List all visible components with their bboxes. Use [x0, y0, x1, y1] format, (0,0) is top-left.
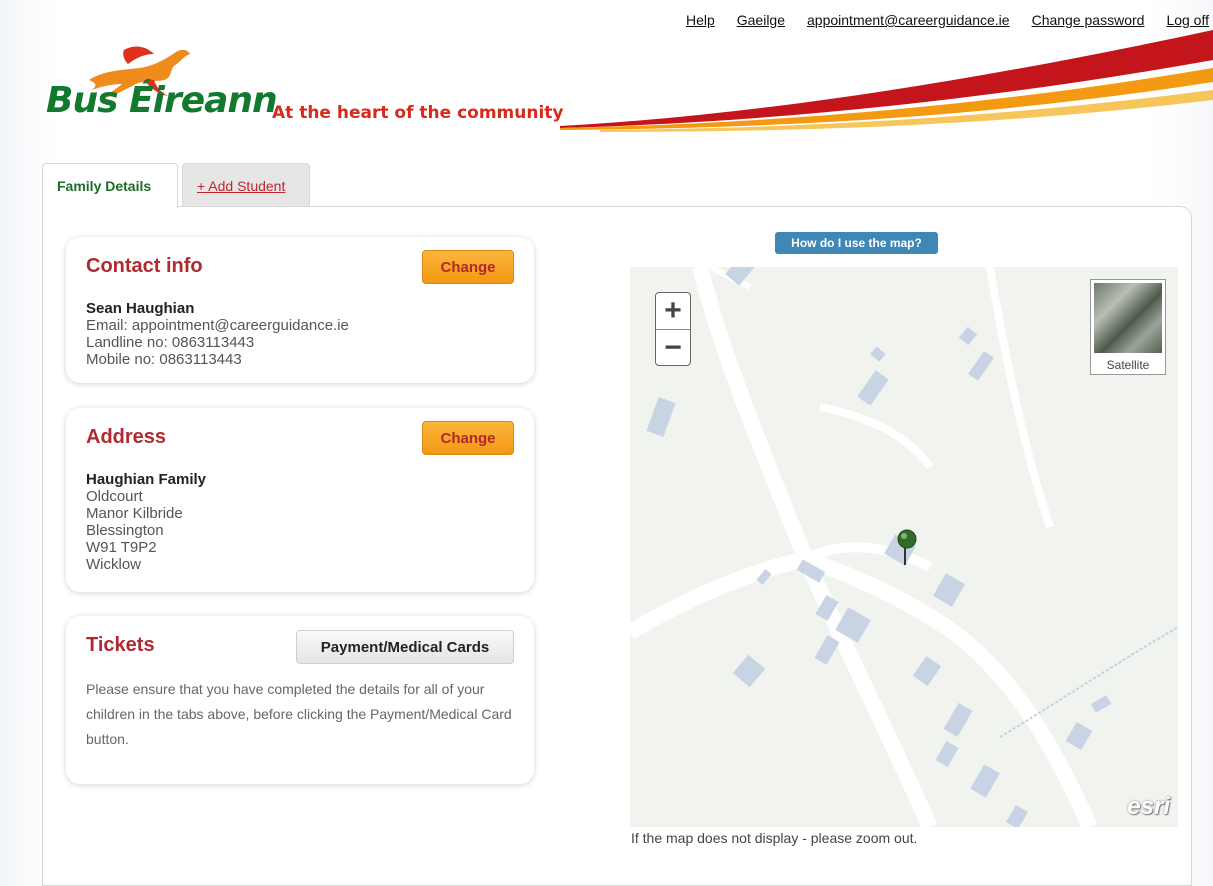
contact-name: Sean Haughian	[86, 300, 195, 317]
contact-email: Email: appointment@careerguidance.ie	[86, 317, 349, 334]
tab-family-details[interactable]: Family Details	[42, 163, 178, 208]
zoom-in-button[interactable]: +	[656, 293, 690, 329]
change-contact-button[interactable]: Change	[422, 250, 514, 284]
satellite-thumbnail	[1094, 283, 1162, 353]
map-view[interactable]: + − Satellite esri	[630, 267, 1178, 827]
address-card: Address Change Haughian Family Oldcourt …	[66, 408, 534, 592]
satellite-toggle[interactable]: Satellite	[1090, 279, 1166, 375]
address-line: Manor Kilbride	[86, 505, 183, 522]
tab-add-student[interactable]: + Add Student	[182, 163, 310, 207]
brand-tagline: At the heart of the community	[272, 103, 564, 123]
map-help-button[interactable]: How do I use the map?	[775, 232, 938, 254]
esri-attribution: esri	[1127, 793, 1170, 820]
address-line: Wicklow	[86, 556, 141, 573]
address-line: Blessington	[86, 522, 164, 539]
contact-mobile: Mobile no: 0863113443	[86, 351, 242, 368]
address-line: W91 T9P2	[86, 539, 157, 556]
change-address-button[interactable]: Change	[422, 421, 514, 455]
tickets-card: Tickets Payment/Medical Cards Please ens…	[66, 616, 534, 784]
satellite-label: Satellite	[1106, 358, 1150, 372]
payment-medical-cards-button[interactable]: Payment/Medical Cards	[296, 630, 514, 664]
zoom-control: + −	[655, 292, 691, 366]
zoom-out-button[interactable]: −	[656, 329, 690, 366]
brand-name: Bus Éireann	[46, 80, 278, 121]
tab-bar: Family Details + Add Student	[42, 163, 310, 208]
add-student-link[interactable]: + Add Student	[197, 178, 285, 194]
contact-info-card: Contact info Change Sean Haughian Email:…	[66, 237, 534, 383]
contact-landline: Landline no: 0863113443	[86, 334, 255, 351]
tickets-instructions: Please ensure that you have completed th…	[86, 681, 512, 747]
address-line: Oldcourt	[86, 488, 143, 505]
address-family: Haughian Family	[86, 471, 207, 488]
map-note: If the map does not display - please zoo…	[631, 830, 918, 846]
